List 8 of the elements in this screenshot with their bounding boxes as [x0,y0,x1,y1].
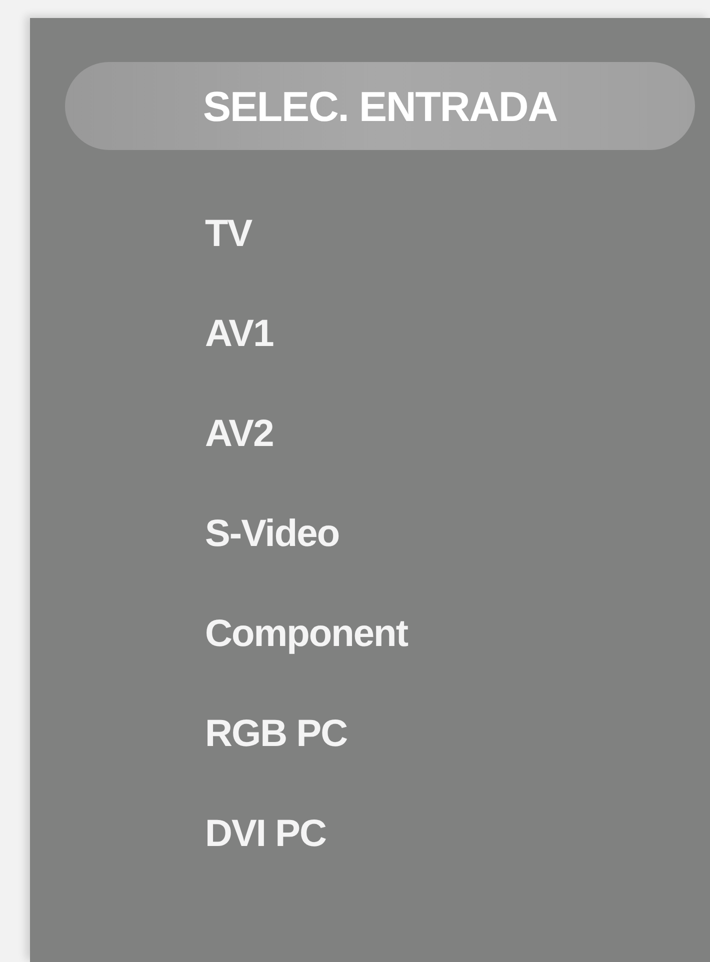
input-option[interactable]: TV [205,212,252,256]
input-option[interactable]: AV2 [205,412,274,456]
input-option[interactable]: DVI PC [205,812,326,856]
input-option[interactable]: AV1 [205,312,274,356]
menu-title: SELEC. ENTRADA [65,62,695,150]
input-option[interactable]: RGB PC [205,712,348,756]
input-option[interactable]: Component [205,612,408,656]
input-option[interactable]: S-Video [205,512,340,556]
